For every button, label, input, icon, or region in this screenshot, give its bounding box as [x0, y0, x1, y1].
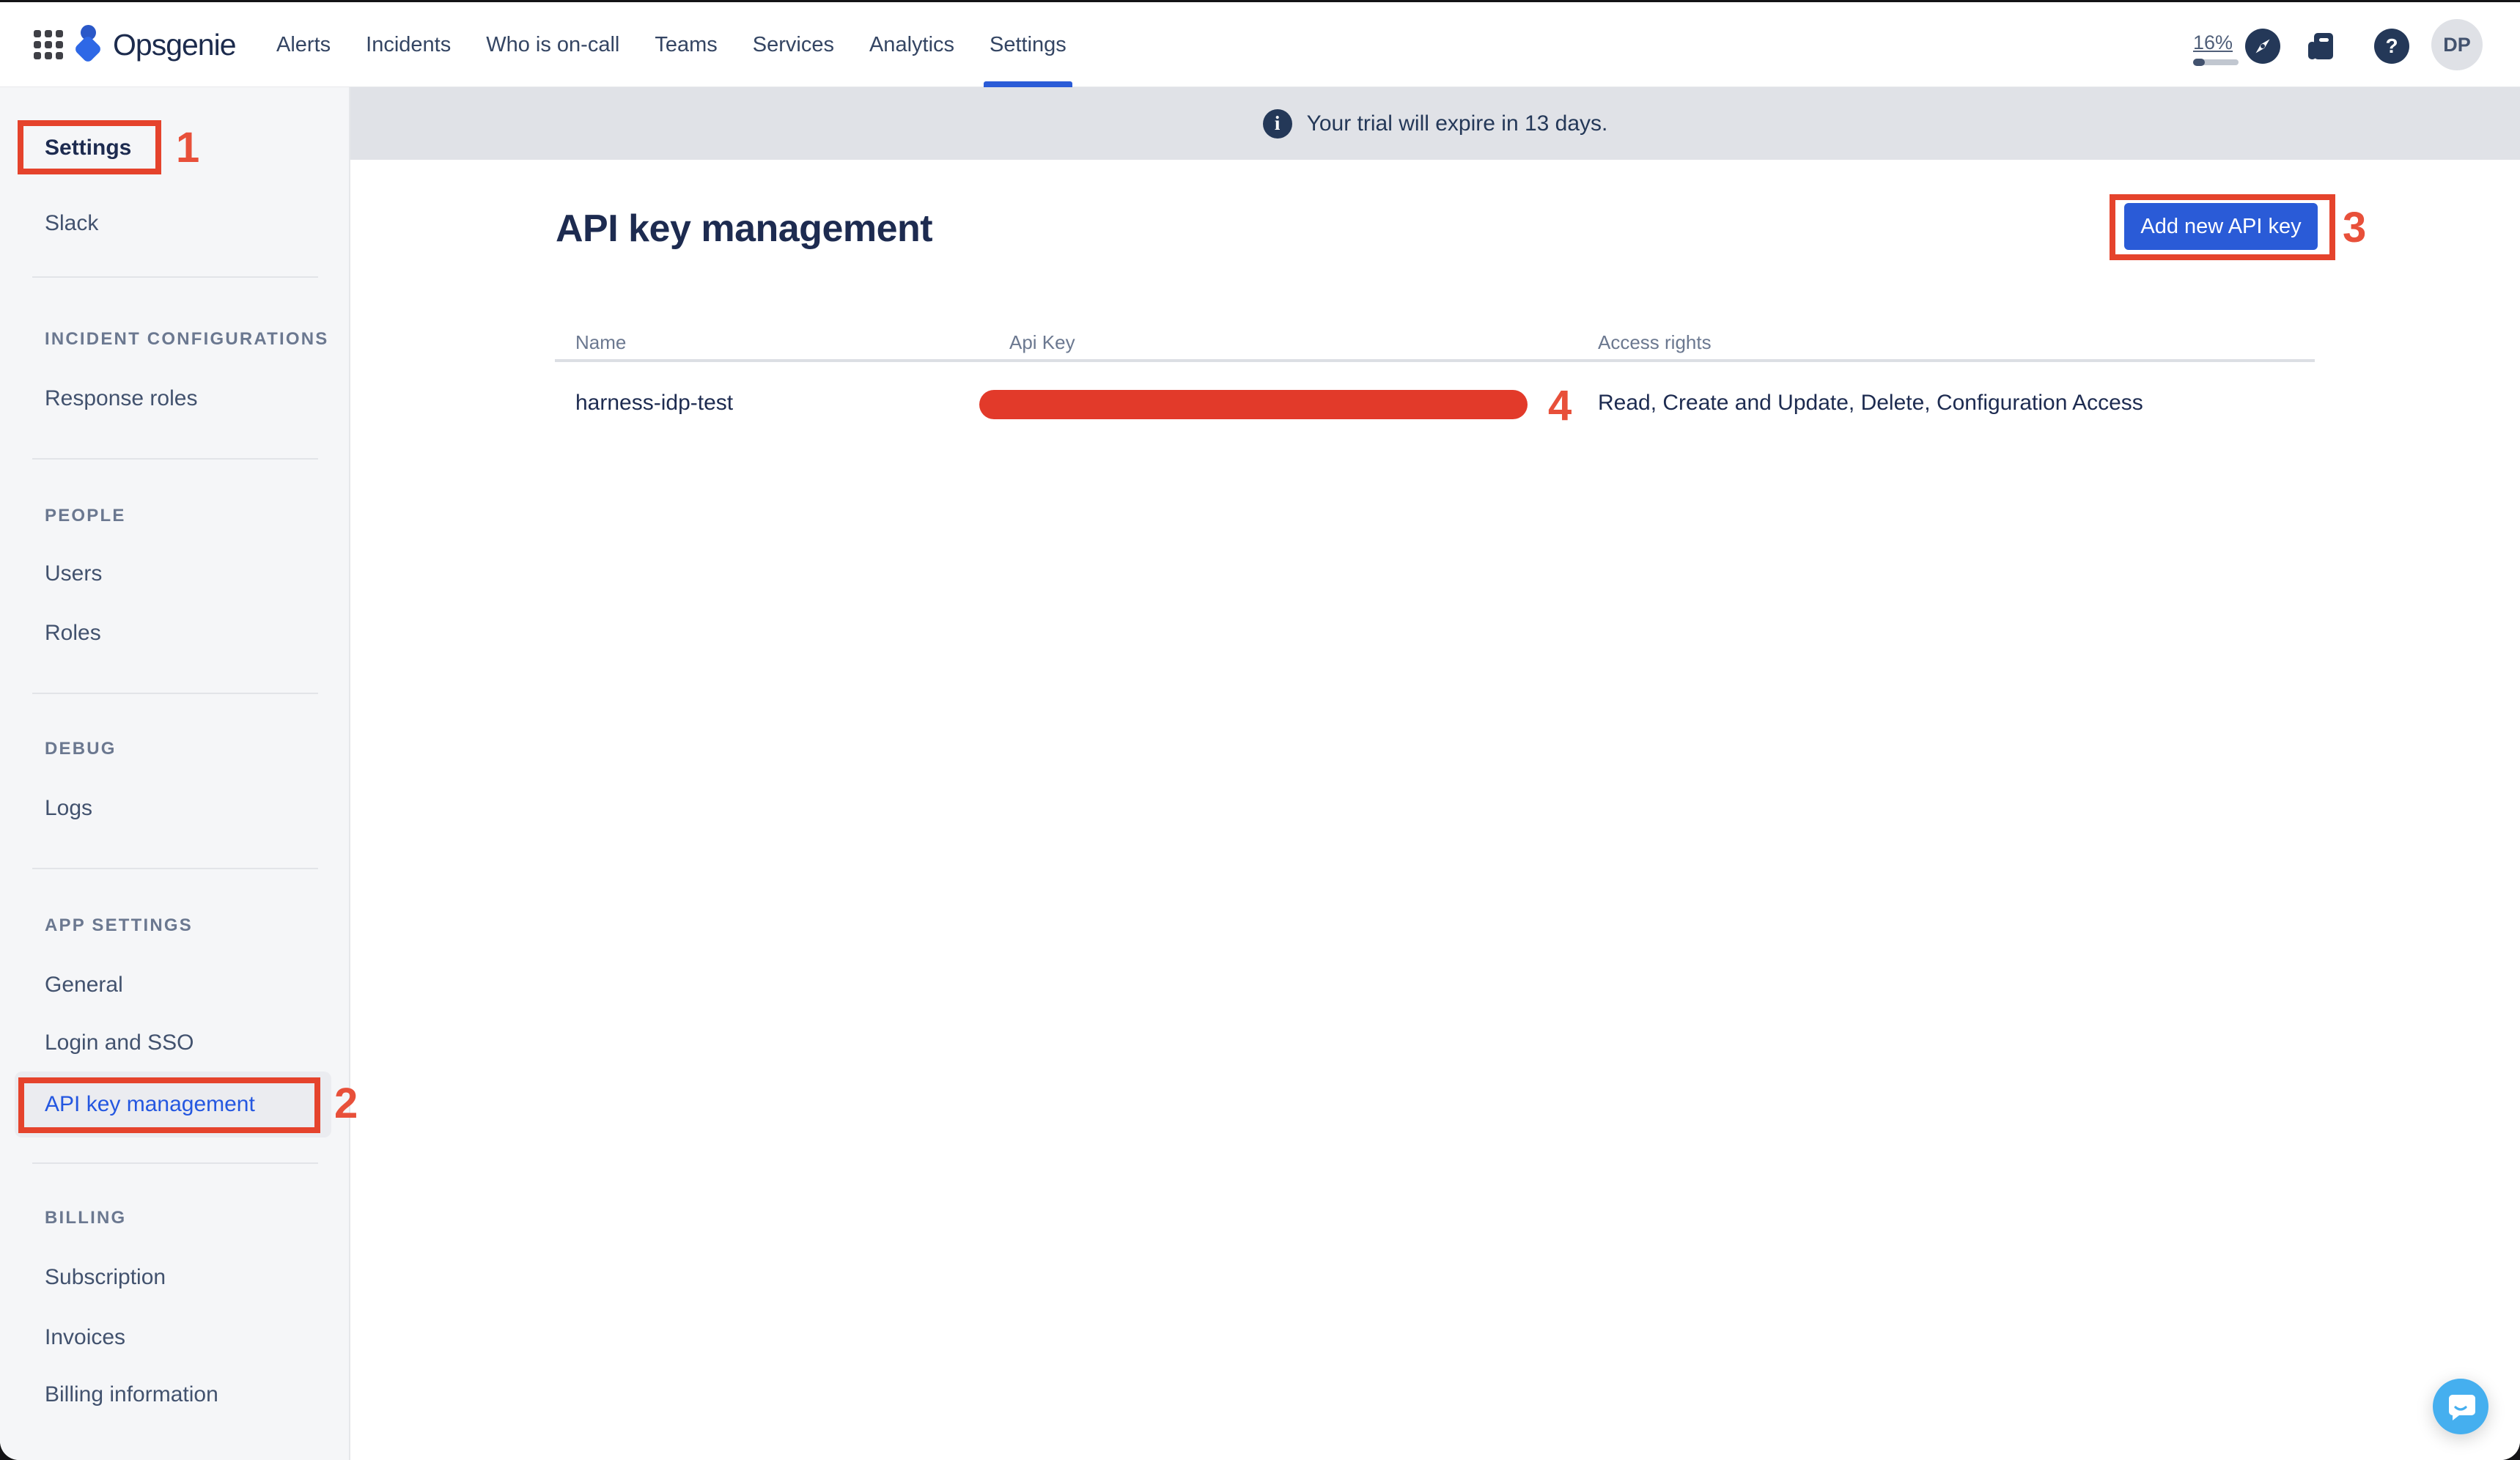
sidebar-item-billing-information[interactable]: Billing information [45, 1379, 218, 1411]
window-top-edge [0, 0, 2520, 2]
nav-item-incidents[interactable]: Incidents [366, 2, 451, 87]
user-avatar[interactable]: DP [2431, 19, 2483, 70]
sidebar-section-people: PEOPLE [45, 501, 126, 531]
column-header-access-rights: Access rights [1598, 329, 1712, 355]
settings-sidebar: Settings 1 Slack INCIDENT CONFIGURATIONS… [0, 87, 350, 1460]
release-notes-icon[interactable] [2304, 29, 2339, 64]
help-icon[interactable]: ? [2374, 29, 2409, 64]
opsgenie-mark-icon [75, 23, 101, 66]
chat-launcher-button[interactable] [2433, 1379, 2488, 1434]
info-icon: i [1263, 109, 1292, 139]
sidebar-divider [32, 1162, 318, 1164]
sidebar-item-subscription[interactable]: Subscription [45, 1261, 166, 1294]
main-content: API key management Add new API key 3 Nam… [350, 160, 2520, 1460]
nav-item-alerts[interactable]: Alerts [276, 2, 331, 87]
annotation-number-3: 3 [2343, 206, 2366, 250]
annotation-number-2: 2 [334, 1082, 358, 1126]
trial-banner-text: Your trial will expire in 13 days. [1307, 111, 1608, 136]
api-key-name-cell: harness-idp-test [575, 387, 733, 419]
column-header-api-key: Api Key [1009, 329, 1075, 355]
sidebar-item-roles[interactable]: Roles [45, 617, 101, 649]
annotation-number-1: 1 [176, 126, 199, 170]
sidebar-section-app-settings: APP SETTINGS [45, 911, 193, 940]
nav-item-who-is-on-call[interactable]: Who is on-call [486, 2, 619, 87]
sidebar-section-billing: BILLING [45, 1203, 126, 1233]
sidebar-divider [32, 868, 318, 869]
logo-text: Opsgenie [113, 28, 236, 62]
sidebar-item-login-and-sso[interactable]: Login and SSO [45, 1027, 194, 1059]
usage-progress-fill [2193, 59, 2205, 66]
trial-usage-indicator[interactable]: 16% [2193, 32, 2244, 65]
sidebar-item-slack[interactable]: Slack [45, 207, 98, 240]
top-nav: Opsgenie Alerts Incidents Who is on-call… [0, 2, 2520, 87]
api-key-redaction-bar [979, 390, 1528, 419]
annotation-number-4: 4 [1548, 384, 1572, 428]
column-header-name: Name [575, 329, 626, 355]
nav-item-settings[interactable]: Settings [990, 2, 1066, 87]
sidebar-divider [32, 458, 318, 460]
access-rights-cell: Read, Create and Update, Delete, Configu… [1598, 387, 2143, 419]
sidebar-item-invoices[interactable]: Invoices [45, 1321, 125, 1354]
opsgenie-logo[interactable]: Opsgenie [75, 2, 236, 87]
sidebar-item-logs[interactable]: Logs [45, 792, 92, 825]
nav-item-teams[interactable]: Teams [655, 2, 717, 87]
nav-item-services[interactable]: Services [753, 2, 834, 87]
page-title: API key management [556, 207, 932, 251]
usage-progress-track [2193, 59, 2239, 65]
annotation-box-3 [2110, 194, 2335, 260]
usage-percent: 16% [2193, 32, 2233, 54]
compass-icon[interactable] [2245, 29, 2280, 64]
nav-menu: Alerts Incidents Who is on-call Teams Se… [276, 2, 1066, 87]
table-header-divider [555, 359, 2315, 362]
chat-bubble-icon [2445, 1391, 2476, 1422]
trial-banner: i Your trial will expire in 13 days. [350, 87, 2520, 160]
sidebar-item-general[interactable]: General [45, 969, 123, 1001]
sidebar-divider [32, 276, 318, 278]
sidebar-section-incident-configurations: INCIDENT CONFIGURATIONS [45, 325, 328, 354]
sidebar-item-users[interactable]: Users [45, 558, 102, 590]
annotation-box-1 [18, 120, 161, 174]
app-window: Opsgenie Alerts Incidents Who is on-call… [0, 0, 2520, 1460]
apps-grid-icon[interactable] [34, 30, 63, 59]
svg-text:?: ? [2385, 34, 2398, 57]
nav-item-analytics[interactable]: Analytics [869, 2, 954, 87]
sidebar-divider [32, 693, 318, 694]
sidebar-section-debug: DEBUG [45, 734, 117, 764]
annotation-box-2 [18, 1077, 320, 1133]
sidebar-item-response-roles[interactable]: Response roles [45, 383, 197, 415]
